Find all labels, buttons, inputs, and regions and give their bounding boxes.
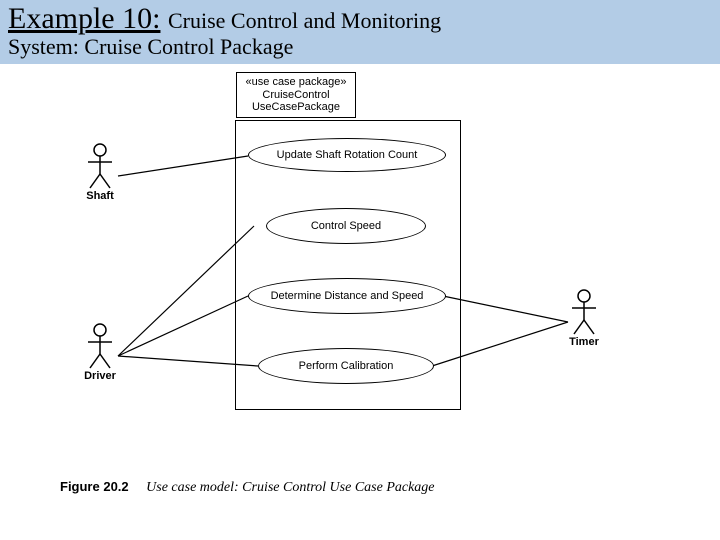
slide-header: Example 10: Cruise Control and Monitorin… bbox=[0, 0, 720, 64]
slide-subtitle: System: Cruise Control Package bbox=[8, 34, 712, 60]
usecase-perform-calibration: Perform Calibration bbox=[258, 348, 434, 384]
stick-figure-icon bbox=[84, 142, 116, 190]
slide-title: Example 10: Cruise Control and Monitorin… bbox=[8, 2, 712, 36]
figure-text: Use case model: Cruise Control Use Case … bbox=[146, 480, 434, 495]
usecase-label: Perform Calibration bbox=[299, 360, 394, 372]
package-name-2: UseCasePackage bbox=[243, 101, 349, 114]
stick-figure-icon bbox=[568, 288, 600, 336]
figure-caption: Figure 20.2 Use case model: Cruise Contr… bbox=[60, 479, 435, 496]
actor-shaft: Shaft bbox=[84, 142, 116, 202]
stick-figure-icon bbox=[84, 322, 116, 370]
usecase-label: Control Speed bbox=[311, 220, 381, 232]
usecase-label: Determine Distance and Speed bbox=[271, 290, 424, 302]
actor-label: Timer bbox=[568, 336, 600, 348]
actor-timer: Timer bbox=[568, 288, 600, 348]
usecase-label: Update Shaft Rotation Count bbox=[277, 149, 418, 161]
package-stereotype: «use case package» bbox=[243, 76, 349, 89]
use-case-diagram: «use case package» CruiseControl UseCase… bbox=[0, 64, 720, 504]
actor-label: Driver bbox=[84, 370, 116, 382]
package-tab: «use case package» CruiseControl UseCase… bbox=[236, 72, 356, 118]
title-prefix: Example 10: bbox=[8, 2, 160, 35]
actor-label: Shaft bbox=[84, 190, 116, 202]
package-name-1: CruiseControl bbox=[243, 89, 349, 102]
usecase-control-speed: Control Speed bbox=[266, 208, 426, 244]
actor-driver: Driver bbox=[84, 322, 116, 382]
usecase-determine-distance: Determine Distance and Speed bbox=[248, 278, 446, 314]
figure-number: Figure 20.2 bbox=[60, 479, 129, 494]
usecase-update-shaft: Update Shaft Rotation Count bbox=[248, 138, 446, 172]
title-suffix: Cruise Control and Monitoring bbox=[168, 8, 441, 33]
